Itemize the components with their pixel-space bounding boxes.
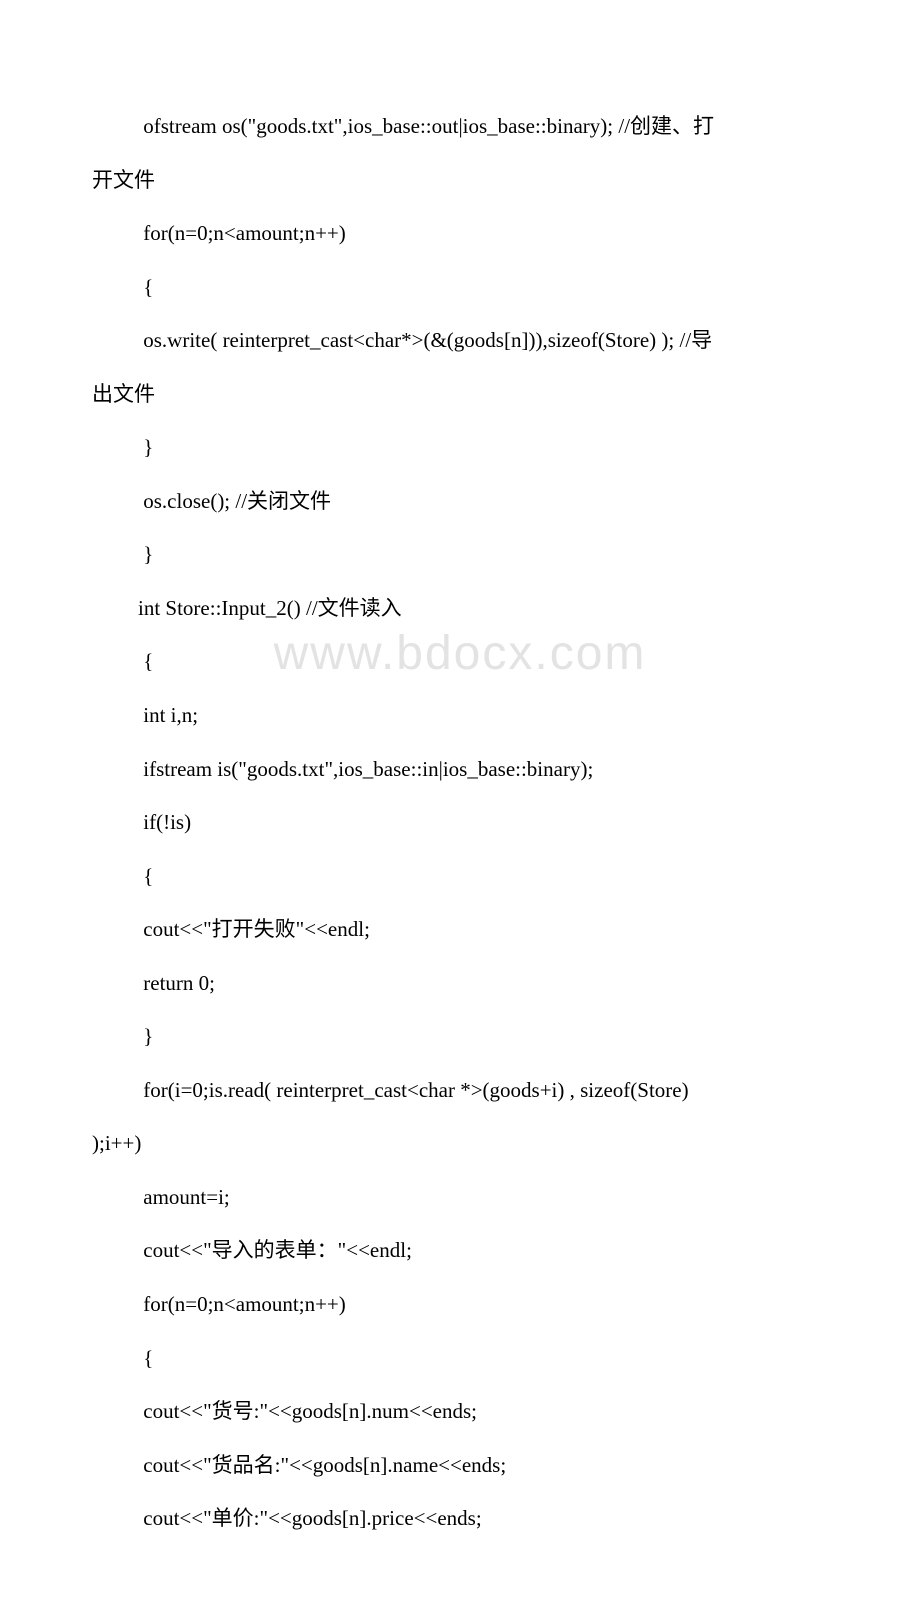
code-line: { [92,645,828,678]
code-line: return 0; [92,967,828,1000]
code-line: } [92,431,828,464]
code-line: for(n=0;n<amount;n++) [92,1288,828,1321]
document-page: www.bdocx.com ofstream os("goods.txt",io… [0,0,920,1616]
code-line: cout<<"单价:"<<goods[n].price<<ends; [92,1502,828,1535]
code-line: os.close(); //关闭文件 [92,485,828,518]
code-line: int Store::Input_2() //文件读入 [92,592,828,625]
code-line: );i++) [92,1127,828,1160]
code-line: 开文件 [92,164,828,197]
code-content: ofstream os("goods.txt",ios_base::out|io… [92,110,828,1535]
code-line: cout<<"打开失败"<<endl; [92,913,828,946]
code-line: cout<<"货号:"<<goods[n].num<<ends; [92,1395,828,1428]
code-line: if(!is) [92,806,828,839]
code-line: cout<<"导入的表单："<<endl; [92,1234,828,1267]
code-line: ifstream is("goods.txt",ios_base::in|ios… [92,753,828,786]
code-line: for(i=0;is.read( reinterpret_cast<char *… [92,1074,828,1107]
code-line: { [92,271,828,304]
code-line: } [92,538,828,571]
code-line: amount=i; [92,1181,828,1214]
code-line: { [92,1342,828,1375]
code-line: cout<<"货品名:"<<goods[n].name<<ends; [92,1449,828,1482]
code-line: os.write( reinterpret_cast<char*>(&(good… [92,324,828,357]
code-line: ofstream os("goods.txt",ios_base::out|io… [92,110,828,143]
code-line: 出文件 [92,378,828,411]
code-line: } [92,1020,828,1053]
code-line: int i,n; [92,699,828,732]
code-line: { [92,860,828,893]
code-line: for(n=0;n<amount;n++) [92,217,828,250]
